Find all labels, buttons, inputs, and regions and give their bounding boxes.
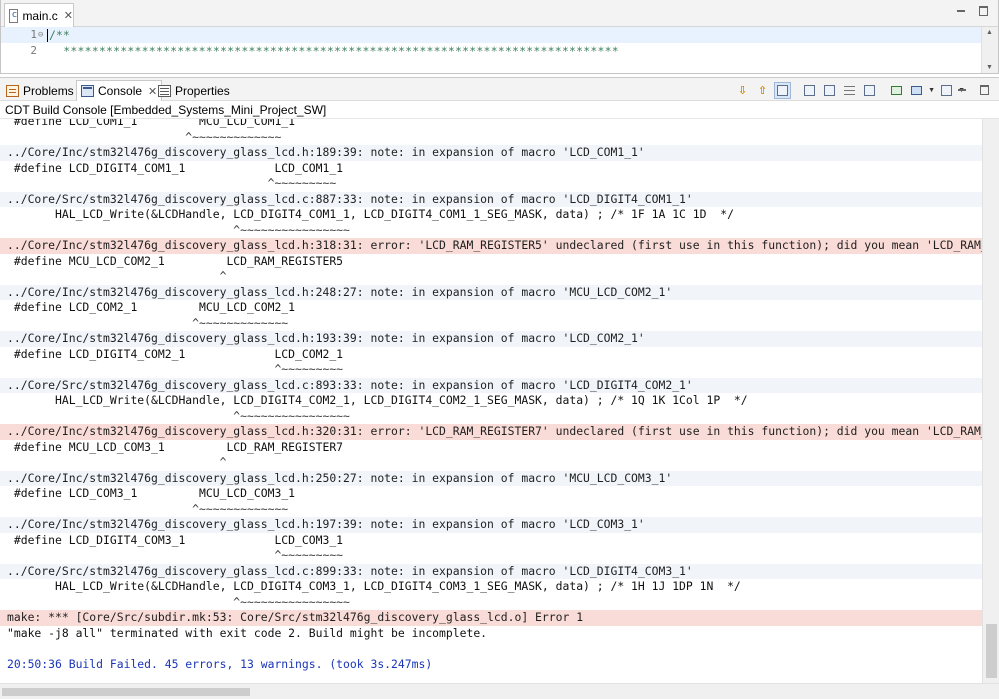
console-error-line: make: *** [Core/Src/subdir.mk:53: Core/S… — [0, 610, 982, 626]
console-line: #define MCU_LCD_COM3_1 LCD_RAM_REGISTER7 — [7, 439, 344, 454]
scroll-up-icon[interactable]: ▲ — [986, 29, 993, 36]
copy-build-log-button[interactable] — [801, 82, 818, 99]
console-error-line: ../Core/Inc/stm32l476g_discovery_glass_l… — [0, 424, 982, 440]
c-file-icon — [9, 8, 19, 23]
editor-vertical-scrollbar[interactable]: ▲ ▼ — [981, 27, 998, 73]
problems-icon — [6, 84, 19, 97]
maximize-icon[interactable] — [979, 84, 989, 95]
line-number: 2 — [30, 44, 37, 57]
properties-icon — [158, 84, 171, 97]
code-line[interactable]: 2 **************************************… — [1, 43, 983, 59]
tab-label: Console — [98, 84, 143, 98]
panel-window-controls — [957, 84, 989, 95]
console-line: #define MCU_LCD_COM2_1 LCD_RAM_REGISTER5 — [7, 253, 344, 268]
new-console-icon — [941, 84, 953, 96]
console-line: #define LCD_DIGIT4_COM2_1 LCD_COM2_1 — [7, 346, 344, 361]
scroll-down-icon[interactable]: ▼ — [986, 64, 993, 71]
next-error-icon[interactable]: ⇩ — [734, 82, 751, 99]
console-horizontal-scrollbar[interactable] — [0, 683, 999, 699]
editor-tab-main-c[interactable]: main.c ✕ — [4, 3, 74, 27]
close-icon[interactable]: ✕ — [64, 9, 73, 22]
console-line: ../Core/Inc/stm32l476g_discovery_glass_l… — [0, 331, 982, 347]
show-console-on-output-button[interactable] — [774, 81, 792, 99]
console-line: ../Core/Src/stm32l476g_discovery_glass_l… — [0, 377, 982, 393]
code-text: /** — [49, 28, 70, 42]
panel-tab-bar: Problems Console ✕ Properties ⇩ ⇧ ▼ ▼ — [0, 78, 999, 101]
console-title: CDT Build Console [Embedded_Systems_Mini… — [0, 101, 999, 119]
scrollbar-thumb[interactable] — [986, 624, 997, 678]
pin-console-button[interactable] — [888, 82, 905, 99]
console-line: #define LCD_DIGIT4_COM3_1 LCD_COM3_1 — [7, 532, 344, 547]
console-line: #define LCD_COM3_1 MCU_LCD_COM3_1 — [7, 486, 296, 500]
editor-tab-bar: main.c ✕ — [1, 0, 998, 27]
word-wrap-icon — [844, 85, 856, 95]
console-line: ^~~~~~~~~~ — [7, 548, 344, 562]
clear-console-button[interactable] — [861, 82, 878, 99]
console-error-line: ../Core/Inc/stm32l476g_discovery_glass_l… — [0, 238, 982, 254]
chevron-down-icon[interactable]: ▼ — [928, 87, 935, 94]
line-number: 1 — [30, 28, 37, 41]
bottom-panel: Problems Console ✕ Properties ⇩ ⇧ ▼ ▼ CD… — [0, 77, 999, 699]
console-line: "make -j8 all" terminated with exit code… — [7, 625, 488, 640]
console-line: #define LCD_COM2_1 MCU_LCD_COM2_1 — [7, 300, 296, 314]
text-caret — [47, 29, 48, 42]
console-output[interactable]: #define LCD_COM1_1 MCU_LCD_COM1_1 ^~~~~~… — [0, 119, 982, 684]
code-text: ****************************************… — [49, 44, 619, 58]
previous-error-icon[interactable]: ⇧ — [754, 82, 771, 99]
console-line: ^ — [7, 269, 227, 283]
tab-label: Problems — [23, 83, 74, 98]
tab-problems[interactable]: Problems — [2, 80, 78, 101]
word-wrap-button[interactable] — [841, 82, 858, 99]
console-line: ^ — [7, 455, 227, 469]
display-selected-console-button[interactable] — [908, 82, 925, 99]
console-line: HAL_LCD_Write(&LCDHandle, LCD_DIGIT4_COM… — [7, 579, 741, 593]
console-line: ../Core/Inc/stm32l476g_discovery_glass_l… — [0, 470, 982, 486]
clear-console-icon — [864, 84, 876, 96]
console-line: ../Core/Inc/stm32l476g_discovery_glass_l… — [0, 517, 982, 533]
console-line: HAL_LCD_Write(&LCDHandle, LCD_DIGIT4_COM… — [7, 393, 748, 407]
console-line: ^~~~~~~~~~~~~~~~~ — [7, 594, 350, 609]
scroll-lock-icon — [824, 84, 836, 96]
console-line: ^~~~~~~~~~ — [7, 362, 344, 376]
monitor-icon — [911, 85, 923, 95]
minimize-icon[interactable] — [957, 84, 967, 94]
tab-label: Properties — [175, 83, 230, 98]
console-line: #define LCD_COM1_1 MCU_LCD_COM1_1 — [7, 119, 296, 128]
editor-area: main.c ✕ 1 ⊖ /** 2 *********************… — [0, 0, 999, 74]
pin-icon — [891, 85, 903, 95]
console-line: ^~~~~~~~~~~~~~ — [7, 315, 289, 330]
editor-window-controls — [956, 5, 988, 16]
tab-console[interactable]: Console ✕ — [76, 80, 163, 101]
console-vertical-scrollbar[interactable] — [982, 119, 999, 684]
console-line: ../Core/Inc/stm32l476g_discovery_glass_l… — [0, 284, 982, 300]
console-toolbar: ⇩ ⇧ ▼ ▼ — [734, 81, 965, 99]
console-line: HAL_LCD_Write(&LCDHandle, LCD_DIGIT4_COM… — [7, 207, 734, 221]
scrollbar-thumb[interactable] — [2, 688, 250, 696]
open-console-button[interactable] — [938, 82, 955, 99]
console-icon — [81, 85, 94, 97]
console-line: #define LCD_DIGIT4_COM1_1 LCD_COM1_1 — [7, 160, 344, 175]
copy-icon — [804, 84, 816, 96]
console-line: ^~~~~~~~~~~~~~~~~ — [7, 222, 350, 237]
fold-icon[interactable]: ⊖ — [38, 27, 43, 43]
editor-tab-label: main.c — [22, 8, 58, 23]
console-line: ../Core/Src/stm32l476g_discovery_glass_l… — [0, 191, 982, 207]
console-line: ^~~~~~~~~~~~~~ — [7, 129, 282, 144]
console-output-icon — [777, 84, 789, 96]
code-editor[interactable]: 1 ⊖ /** 2 ******************************… — [1, 27, 983, 73]
console-line: ../Core/Src/stm32l476g_discovery_glass_l… — [0, 563, 982, 579]
code-line[interactable]: 1 ⊖ /** — [1, 27, 983, 43]
console-line: ^~~~~~~~~~ — [7, 176, 337, 190]
maximize-icon[interactable] — [978, 5, 988, 16]
console-line: ^~~~~~~~~~~~~~ — [7, 501, 289, 516]
tab-properties[interactable]: Properties — [154, 80, 234, 101]
scroll-lock-button[interactable] — [821, 82, 838, 99]
minimize-icon[interactable] — [956, 5, 966, 15]
build-summary-line: 20:50:36 Build Failed. 45 errors, 13 war… — [7, 656, 433, 671]
console-line: ../Core/Inc/stm32l476g_discovery_glass_l… — [0, 145, 982, 161]
console-line: ^~~~~~~~~~~~~~~~~ — [7, 408, 350, 423]
